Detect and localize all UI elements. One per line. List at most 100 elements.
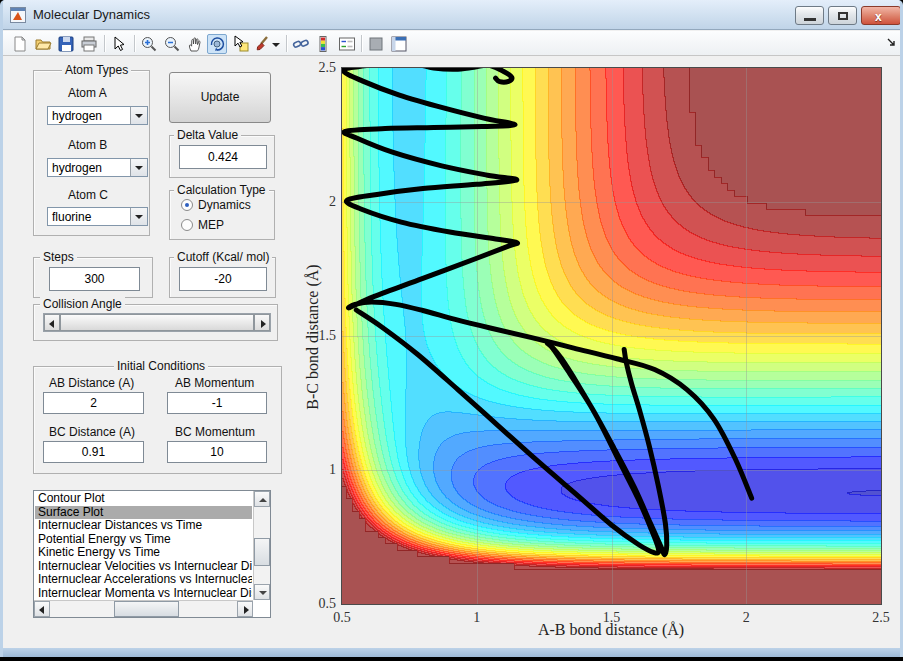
ab-distance-label: AB Distance (A) xyxy=(49,376,134,390)
atom-c-dropdown[interactable]: fluorine xyxy=(47,207,148,226)
cutoff-title: Cutoff (Kcal/ mol) xyxy=(174,250,272,264)
list-item[interactable]: Internuclear Distances vs Time xyxy=(35,519,252,533)
link-plots-icon[interactable] xyxy=(292,35,310,53)
atom-c-label: Atom C xyxy=(68,188,108,202)
scroll-left-button[interactable] xyxy=(34,601,50,617)
list-item[interactable]: Surface Plot xyxy=(35,506,252,520)
atom-c-dropdown-button[interactable] xyxy=(130,208,147,225)
delta-value-field[interactable]: 0.424 xyxy=(179,145,267,169)
dock-figure-icon[interactable] xyxy=(390,35,408,53)
toolbar-separator xyxy=(134,35,135,52)
list-item[interactable]: Potential Energy vs Time xyxy=(35,533,252,547)
x-tick-label: 0.5 xyxy=(330,610,354,626)
list-item[interactable]: Kinetic Energy vs Time xyxy=(35,546,252,560)
plot-type-listbox[interactable]: Contour PlotSurface PlotInternuclear Dis… xyxy=(33,490,271,618)
bc-distance-field[interactable]: 0.91 xyxy=(43,441,144,463)
brush-dropdown-icon[interactable] xyxy=(271,35,281,53)
dynamics-radio-label: Dynamics xyxy=(198,198,251,212)
atom-b-label: Atom B xyxy=(68,138,107,152)
list-item[interactable]: Internuclear Accelerations vs Internucle… xyxy=(35,573,252,587)
save-icon[interactable] xyxy=(57,35,75,53)
maximize-button[interactable] xyxy=(828,6,857,25)
list-item[interactable]: Contour Plot xyxy=(35,492,252,506)
insert-legend-icon[interactable] xyxy=(338,35,356,53)
down-arrow-icon xyxy=(259,591,267,595)
collision-angle-slider[interactable] xyxy=(43,313,271,332)
minimize-button[interactable] xyxy=(795,6,824,25)
rotate-3d-button[interactable] xyxy=(207,34,227,54)
y-axis-label: B-C bond distance (Å) xyxy=(304,187,322,487)
open-file-icon[interactable] xyxy=(34,35,52,53)
pes-plot-area xyxy=(341,67,882,605)
maximize-icon xyxy=(838,12,848,20)
matlab-app-icon xyxy=(10,7,26,23)
dynamics-radio[interactable] xyxy=(181,199,193,211)
toolbar-separator xyxy=(286,35,287,52)
atom-c-value: fluorine xyxy=(52,210,91,224)
atom-a-label: Atom A xyxy=(68,86,107,100)
mep-radio[interactable] xyxy=(181,219,193,231)
calculation-type-title: Calculation Type xyxy=(174,183,269,197)
minimize-icon xyxy=(804,18,816,21)
update-button[interactable]: Update xyxy=(169,72,271,123)
ab-momentum-field[interactable]: -1 xyxy=(167,392,267,414)
initial-conditions-title: Initial Conditions xyxy=(114,359,208,373)
slider-thumb[interactable] xyxy=(60,314,254,331)
plot-type-list: Contour PlotSurface PlotInternuclear Dis… xyxy=(35,492,252,599)
hide-plot-tools-icon[interactable] xyxy=(367,35,385,53)
scroll-up-button[interactable] xyxy=(254,491,270,507)
atom-b-dropdown-button[interactable] xyxy=(130,159,147,176)
ab-distance-field[interactable]: 2 xyxy=(43,392,144,414)
zoom-out-icon[interactable] xyxy=(163,35,181,53)
chevron-down-icon xyxy=(135,166,143,170)
pan-hand-icon[interactable] xyxy=(186,35,204,53)
vertical-scrollbar[interactable] xyxy=(253,491,270,600)
list-item[interactable]: Internuclear Velocities vs Internuclear … xyxy=(35,560,252,574)
y-tick-label: 2.5 xyxy=(310,60,336,76)
steps-field[interactable]: 300 xyxy=(49,267,140,291)
pes-plot-canvas[interactable] xyxy=(342,68,881,604)
atom-b-dropdown[interactable]: hydrogen xyxy=(47,158,148,177)
bc-momentum-label: BC Momentum xyxy=(175,425,255,439)
delta-value-title: Delta Value xyxy=(174,128,241,142)
steps-title: Steps xyxy=(40,250,77,264)
right-arrow-icon xyxy=(244,606,249,614)
atom-types-title: Atom Types xyxy=(62,63,131,77)
toolbar-overflow-icon[interactable] xyxy=(887,38,897,48)
up-arrow-icon xyxy=(259,498,267,502)
edit-plot-arrow-icon[interactable] xyxy=(110,35,128,53)
left-arrow-icon xyxy=(39,606,44,614)
bc-distance-label: BC Distance (A) xyxy=(49,425,135,439)
vertical-scroll-thumb[interactable] xyxy=(254,538,270,566)
horizontal-scrollbar[interactable] xyxy=(34,600,253,617)
new-file-icon[interactable] xyxy=(11,35,29,53)
scroll-right-button[interactable] xyxy=(237,601,253,617)
scroll-down-button[interactable] xyxy=(254,584,270,600)
zoom-in-icon[interactable] xyxy=(140,35,158,53)
x-axis-label: A-B bond distance (Å) xyxy=(538,621,684,639)
print-icon[interactable] xyxy=(80,35,98,53)
chevron-down-icon xyxy=(135,114,143,118)
list-item[interactable]: Internuclear Momenta vs Internuclear Dis… xyxy=(35,587,252,600)
close-button[interactable]: x xyxy=(861,6,901,25)
atom-a-dropdown[interactable]: hydrogen xyxy=(47,106,148,125)
chevron-down-icon xyxy=(135,215,143,219)
figure-toolbar xyxy=(3,31,900,56)
app-window: Molecular Dynamics x Atom Types Atom A xyxy=(0,0,903,657)
title-bar[interactable]: Molecular Dynamics x xyxy=(3,0,900,30)
slider-right-arrow[interactable] xyxy=(254,314,270,331)
atom-a-dropdown-button[interactable] xyxy=(130,107,147,124)
rotate-3d-icon xyxy=(209,36,225,52)
close-icon: x xyxy=(875,10,882,24)
bc-momentum-field[interactable]: 10 xyxy=(167,441,267,463)
slider-left-arrow[interactable] xyxy=(44,314,60,331)
y-tick-label: 0.5 xyxy=(310,596,336,612)
x-tick-label: 2 xyxy=(734,610,758,626)
data-cursor-icon[interactable] xyxy=(232,35,250,53)
insert-colorbar-icon[interactable] xyxy=(315,35,333,53)
horizontal-scroll-thumb[interactable] xyxy=(114,601,179,617)
left-arrow-icon xyxy=(49,320,54,328)
cutoff-field[interactable]: -20 xyxy=(179,267,267,291)
right-arrow-icon xyxy=(261,320,266,328)
x-tick-label: 2.5 xyxy=(869,610,893,626)
